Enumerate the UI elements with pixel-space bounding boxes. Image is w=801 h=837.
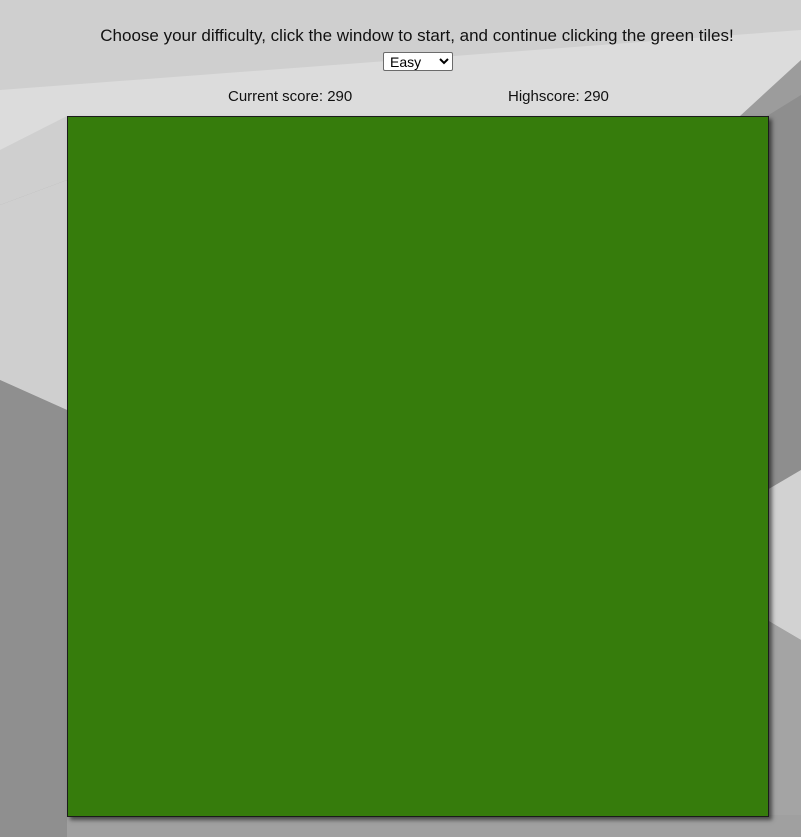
high-score: Highscore: 290 — [508, 88, 609, 105]
current-score: Current score: 290 — [228, 88, 353, 105]
instructions-text: Choose your difficulty, click the window… — [100, 26, 734, 45]
game-window[interactable] — [67, 116, 769, 817]
difficulty-select[interactable]: Easy — [383, 52, 453, 71]
